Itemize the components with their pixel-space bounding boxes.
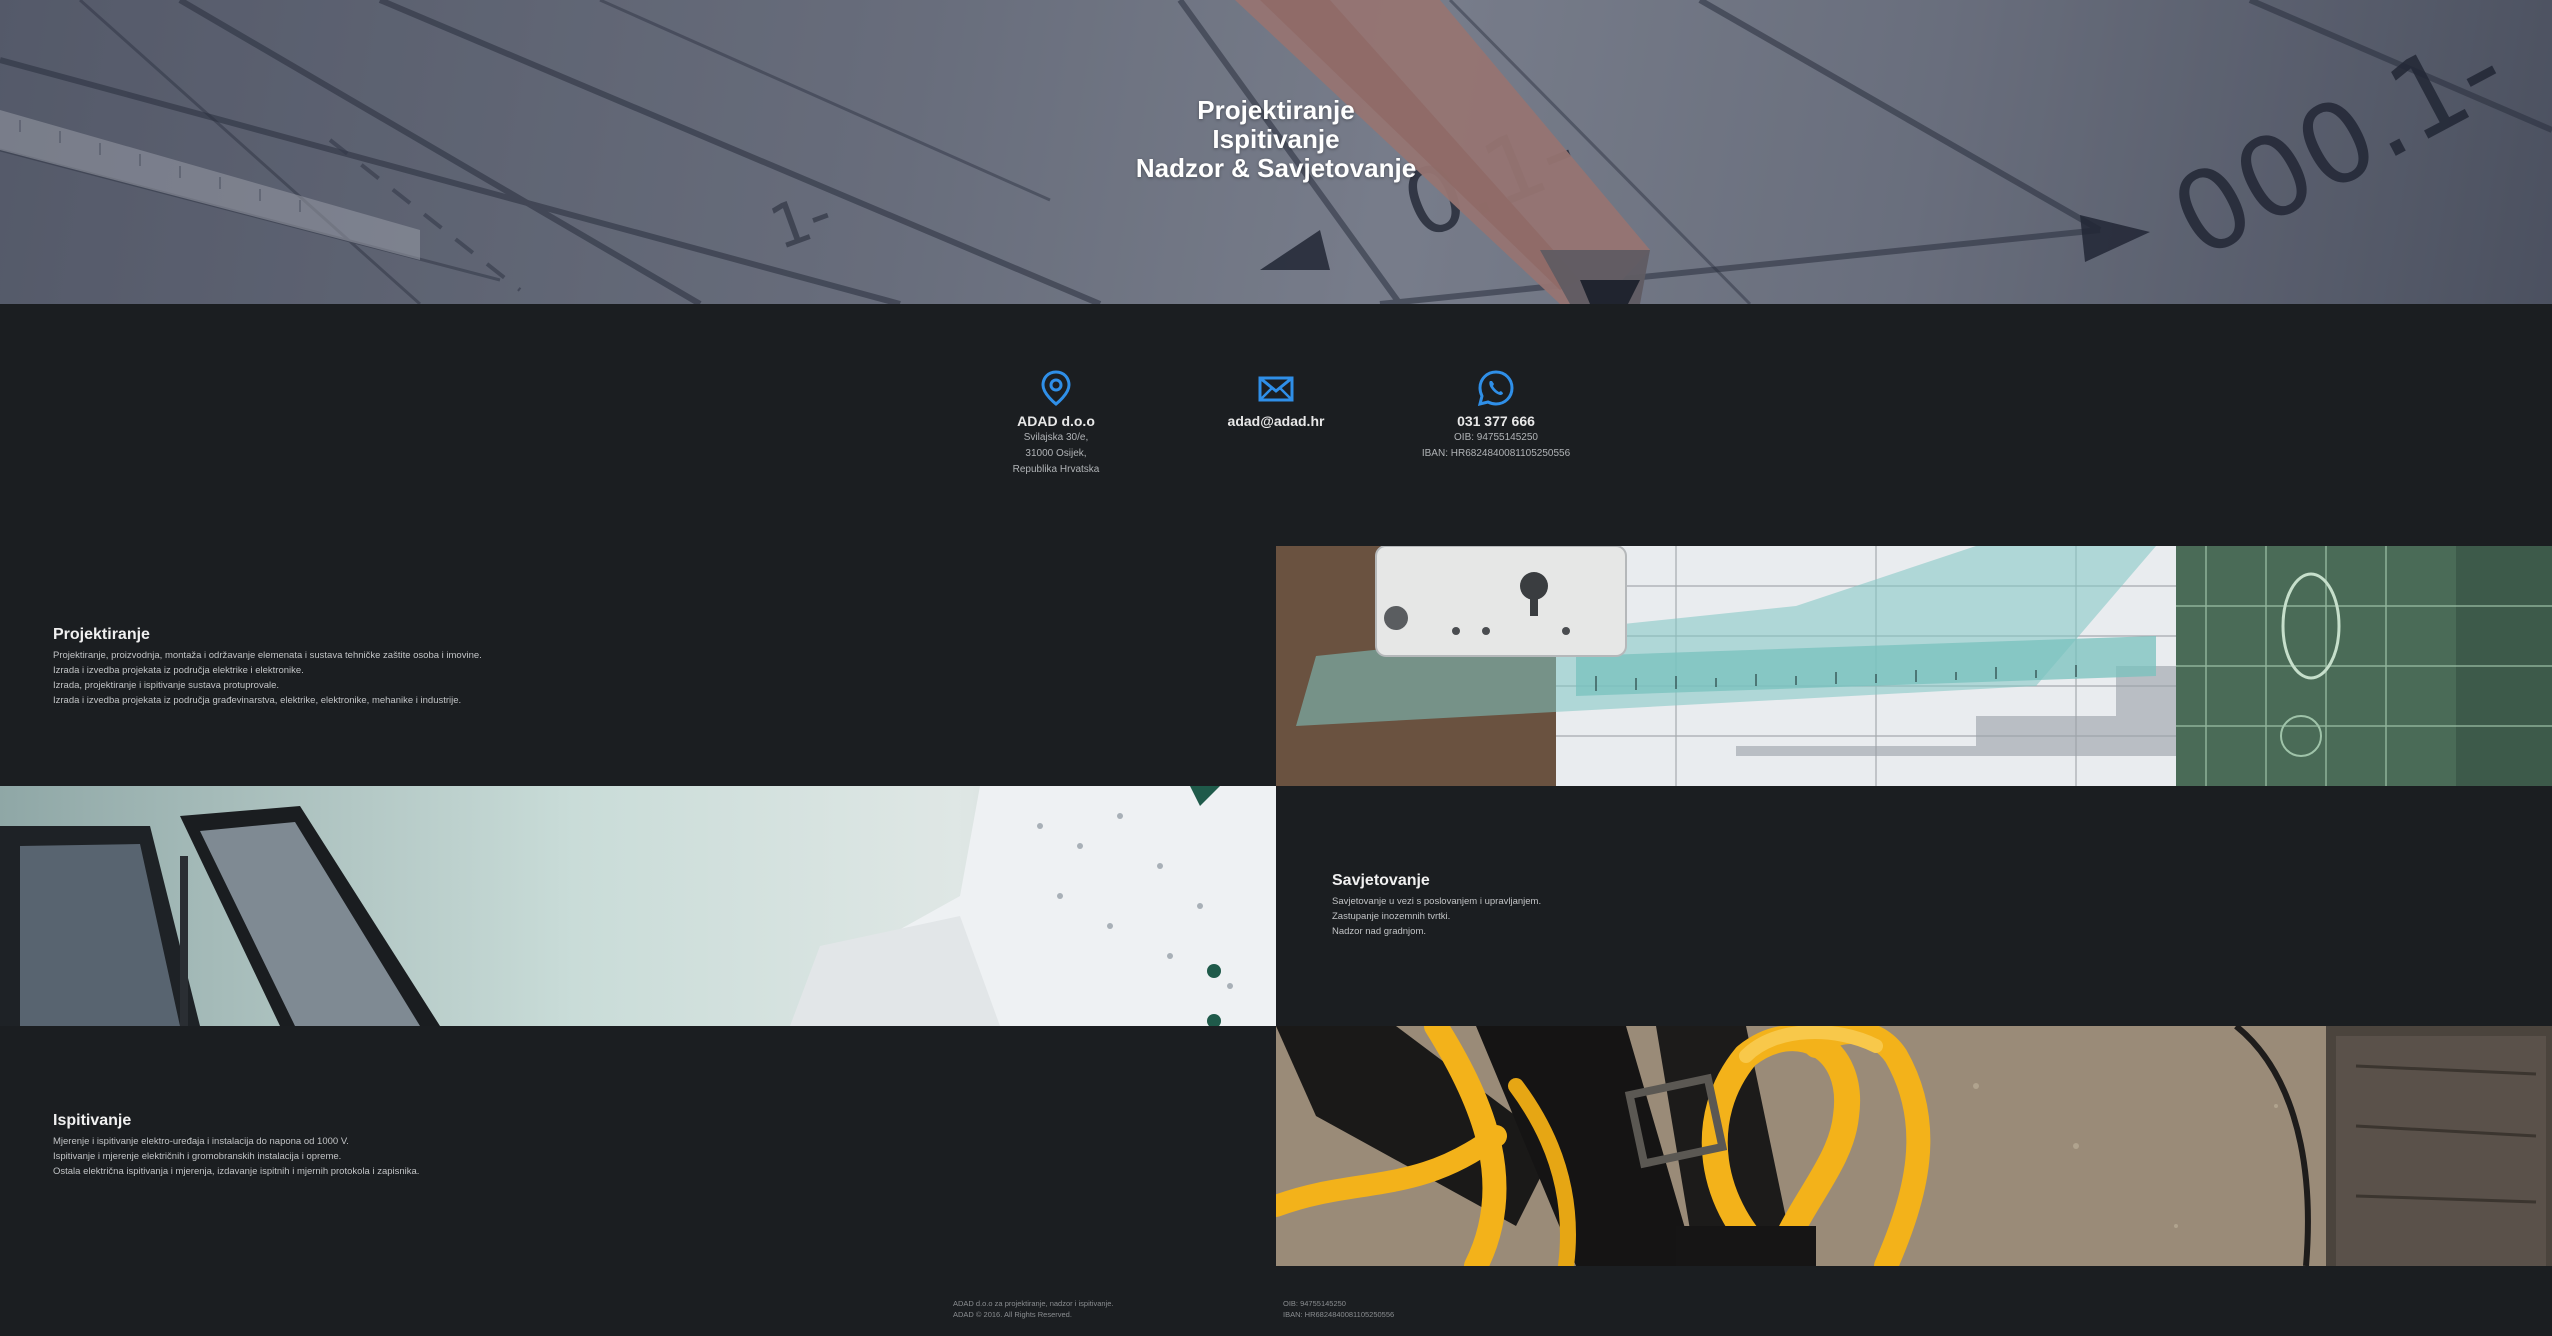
iban-line: IBAN: HR6824840081105250556 — [1421, 448, 1571, 459]
service-line: Izrada, projektiranje i ispitivanje sust… — [53, 680, 280, 691]
address-line-2: 31000 Osijek, — [1025, 448, 1087, 459]
drafting-tools-illustration — [1276, 546, 2552, 786]
service-line: Savjetovanje u vezi s poslovanjem i upra… — [1332, 896, 1542, 907]
service-line: Izrada i izvedba projekata iz područja g… — [53, 695, 462, 706]
email-link[interactable]: adad@adad.hr — [1166, 412, 1386, 430]
service-line: Ispitivanje i mjerenje električnih i gro… — [53, 1151, 342, 1162]
map-pin-icon — [1041, 370, 1071, 406]
oib-line: OIB: 94755145250 — [1454, 432, 1538, 443]
footer-iban: IBAN: HR6824840081105250556 — [1283, 1310, 1395, 1319]
drafting-tools-photo — [1276, 546, 2552, 786]
service-line: Nadzor nad gradnjom. — [1332, 926, 1426, 937]
address-line-1: Svilajska 30/e, — [1023, 432, 1089, 443]
service-row-ispitivanje: Ispitivanje Mjerenje i ispitivanje elekt… — [0, 1026, 2552, 1266]
contact-address: ADAD d.o.o Svilajska 30/e, 31000 Osijek,… — [946, 368, 1166, 478]
envelope-icon — [1258, 376, 1294, 402]
service-title: Savjetovanje — [1332, 872, 1430, 889]
site-footer: ADAD d.o.o za projektiranje, nadzor i is… — [0, 1266, 2552, 1336]
service-description: Projektiranje, proizvodnja, montaža i od… — [53, 648, 482, 708]
contact-section: ADAD d.o.o Svilajska 30/e, 31000 Osijek,… — [0, 304, 2552, 546]
service-line: Zastupanje inozemnih tvrtki. — [1332, 911, 1451, 922]
safety-harness-photo — [1276, 1026, 2552, 1266]
hero-banner: 0.1- 000.1- 1- Projektiranje Ispitivanje… — [0, 0, 2552, 304]
hero-tagline: Projektiranje Ispitivanje Nadzor & Savje… — [0, 96, 2552, 183]
laptop-consultant-illustration — [0, 786, 1276, 1026]
footer-company: ADAD d.o.o za projektiranje, nadzor i is… — [953, 1298, 1114, 1320]
service-title: Ispitivanje — [53, 1112, 132, 1129]
safety-harness-illustration — [1276, 1026, 2552, 1266]
company-name: ADAD d.o.o — [1017, 413, 1095, 429]
service-line: Ostala električna ispitivanja i mjerenja… — [53, 1166, 420, 1177]
service-line: Mjerenje i ispitivanje elektro-uređaja i… — [53, 1136, 349, 1147]
hero-line-3: Nadzor & Savjetovanje — [1135, 153, 1417, 183]
service-row-projektiranje: Projektiranje Projektiranje, proizvodnja… — [0, 546, 2552, 786]
service-row-savjetovanje: Savjetovanje Savjetovanje u vezi s poslo… — [0, 786, 2552, 1026]
service-line: Izrada i izvedba projekata iz područja e… — [53, 665, 304, 676]
service-description: Mjerenje i ispitivanje elektro-uređaja i… — [53, 1134, 419, 1179]
service-text-ispitivanje: Ispitivanje Mjerenje i ispitivanje elekt… — [0, 1026, 1276, 1266]
contact-email: adad@adad.hr — [1166, 368, 1386, 430]
whatsapp-icon — [1477, 370, 1514, 407]
footer-oib: OIB: 94755145250 — [1283, 1299, 1346, 1308]
service-line: Projektiranje, proizvodnja, montaža i od… — [53, 650, 482, 661]
contact-phone: 031 377 666 OIB: 94755145250 IBAN: HR682… — [1386, 368, 1606, 462]
service-text-savjetovanje: Savjetovanje Savjetovanje u vezi s poslo… — [1276, 786, 2552, 1026]
hero-line-2: Ispitivanje — [1212, 124, 1340, 154]
service-description: Savjetovanje u vezi s poslovanjem i upra… — [1332, 894, 1541, 939]
phone-number[interactable]: 031 377 666 — [1386, 412, 1606, 430]
footer-registration: OIB: 94755145250 IBAN: HR682484008110525… — [1283, 1298, 1394, 1320]
footer-copyright: ADAD © 2016. All Rights Reserved. — [953, 1310, 1072, 1319]
footer-company-line: ADAD d.o.o za projektiranje, nadzor i is… — [953, 1299, 1114, 1308]
service-text-projektiranje: Projektiranje Projektiranje, proizvodnja… — [0, 546, 1276, 786]
address-line-3: Republika Hrvatska — [1012, 464, 1100, 475]
service-title: Projektiranje — [53, 626, 150, 643]
hero-line-1: Projektiranje — [1197, 95, 1355, 125]
laptop-consultant-photo — [0, 786, 1276, 1026]
